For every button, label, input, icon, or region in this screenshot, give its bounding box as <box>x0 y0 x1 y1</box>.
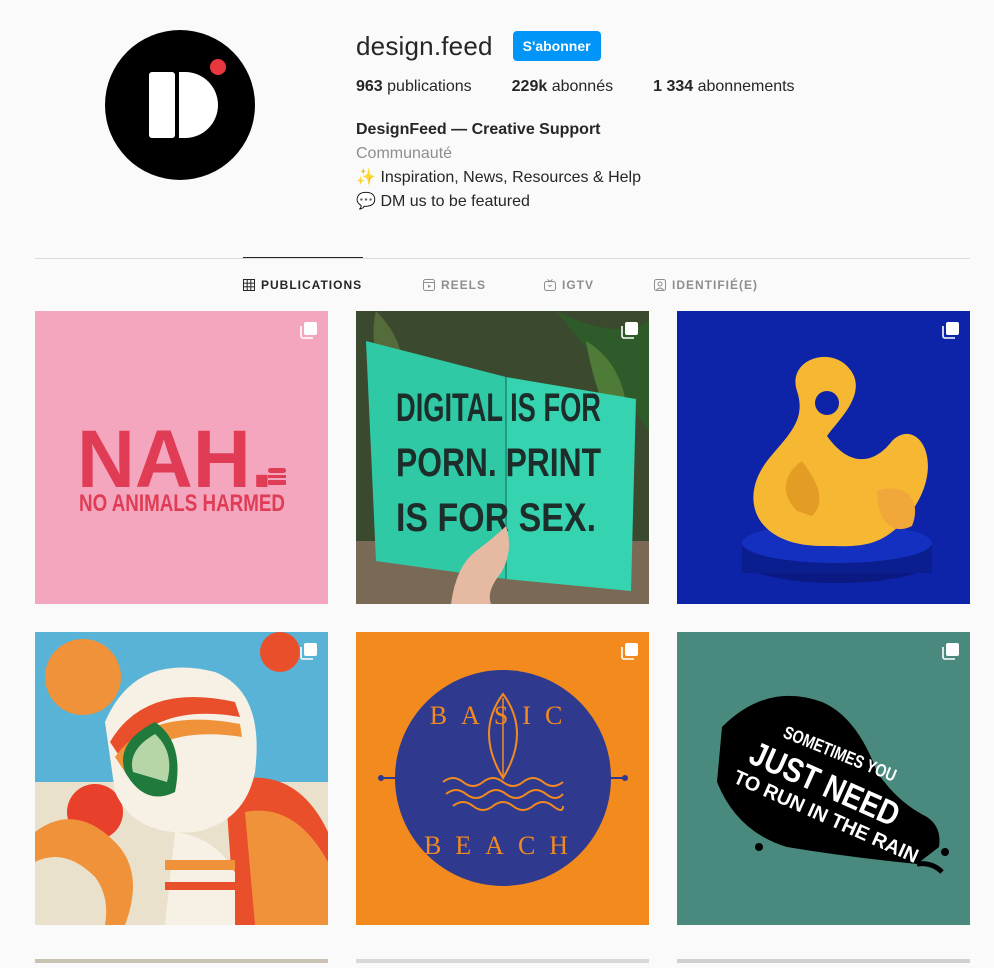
grid-icon <box>243 279 255 291</box>
profile-avatar[interactable] <box>105 30 255 180</box>
post-tile-ampersand[interactable] <box>677 311 970 604</box>
multiple-posts-icon <box>942 321 960 344</box>
designfeed-logo <box>149 59 226 138</box>
stat-following[interactable]: 1 334 abonnements <box>653 78 794 96</box>
stat-value: 229k <box>511 78 548 95</box>
active-tab-indicator <box>243 257 363 258</box>
tabs-divider <box>35 258 970 259</box>
tab-igtv[interactable]: IGTV <box>544 278 594 292</box>
tab-reels[interactable]: REELS <box>423 278 486 292</box>
tagged-icon <box>654 279 666 291</box>
multiple-posts-icon <box>942 642 960 665</box>
bio-line-2: 💬 DM us to be featured <box>356 190 835 214</box>
post-image: NAH. NO ANIMALS HARMED <box>35 311 328 604</box>
post-image: BASIC BEACH <box>356 632 649 925</box>
tab-tagged[interactable]: IDENTIFIÉ(E) <box>654 278 758 292</box>
post-image <box>677 311 970 604</box>
stat-label: abonnements <box>697 78 795 95</box>
stat-value: 963 <box>356 78 383 95</box>
tab-label: PUBLICATIONS <box>261 278 363 292</box>
multiple-posts-icon <box>621 321 639 344</box>
multiple-posts-icon <box>300 642 318 665</box>
profile-username: design.feed <box>356 30 493 61</box>
stat-publications: 963 publications <box>356 78 472 96</box>
post-text-bottom: BEACH <box>424 831 582 860</box>
post-text-sub: NO ANIMALS HARMED <box>79 490 285 517</box>
post-tile-basic-beach[interactable]: BASIC BEACH <box>356 632 649 925</box>
profile-title-row: design.feed S'abonner <box>356 28 835 64</box>
sparkles-icon: ✨ <box>356 169 376 186</box>
post-tile-run-in-rain[interactable]: SOMETIMES YOU JUST NEED TO RUN IN THE RA… <box>677 632 970 925</box>
post-tile-nah[interactable]: NAH. NO ANIMALS HARMED <box>35 311 328 604</box>
post-tile-digital-print[interactable]: DIGITAL IS FOR PORN. PRINT IS FOR SEX. <box>356 311 649 604</box>
igtv-icon <box>544 279 556 291</box>
reels-icon <box>423 279 435 291</box>
multiple-posts-icon <box>300 321 318 344</box>
bio-line-1: ✨ Inspiration, News, Resources & Help <box>356 166 835 190</box>
bio-name: DesignFeed — Creative Support <box>356 121 601 138</box>
stat-followers[interactable]: 229k abonnés <box>512 78 613 96</box>
post-tile-astronaut[interactable] <box>35 632 328 925</box>
post-text-line: DIGITAL IS FOR <box>396 386 601 430</box>
multiple-posts-icon <box>621 642 639 665</box>
tab-label: REELS <box>441 278 487 292</box>
post-text-line: PORN. PRINT <box>396 441 601 485</box>
post-image: DIGITAL IS FOR PORN. PRINT IS FOR SEX. <box>356 311 649 604</box>
bio-category: Communauté <box>356 145 453 162</box>
profile-info: design.feed S'abonner 963 publications 2… <box>356 28 835 214</box>
profile-bio: DesignFeed — Creative Support Communauté… <box>356 118 835 214</box>
stat-value: 1 334 <box>653 78 694 95</box>
tab-publications[interactable]: PUBLICATIONS <box>243 278 362 292</box>
profile-stats: 963 publications 229k abonnés 1 334 abon… <box>356 78 835 96</box>
post-text-line: IS FOR SEX. <box>396 496 596 540</box>
post-text-top: BASIC <box>430 701 577 730</box>
post-image <box>35 632 328 925</box>
bio-line-2-text: DM us to be featured <box>380 193 530 210</box>
stat-label: abonnés <box>551 78 614 95</box>
next-row-peek <box>35 950 970 963</box>
profile-tabs: PUBLICATIONS REELS IGTV IDENTIFIÉ(E) <box>0 278 994 294</box>
follow-button[interactable]: S'abonner <box>512 31 601 61</box>
post-image: SOMETIMES YOU JUST NEED TO RUN IN THE RA… <box>677 632 970 925</box>
speech-bubble-icon: 💬 <box>356 193 376 210</box>
bio-line-1-text: Inspiration, News, Resources & Help <box>380 169 642 186</box>
tab-label: IGTV <box>562 278 595 292</box>
stat-label: publications <box>387 78 472 95</box>
tab-label: IDENTIFIÉ(E) <box>672 278 758 292</box>
